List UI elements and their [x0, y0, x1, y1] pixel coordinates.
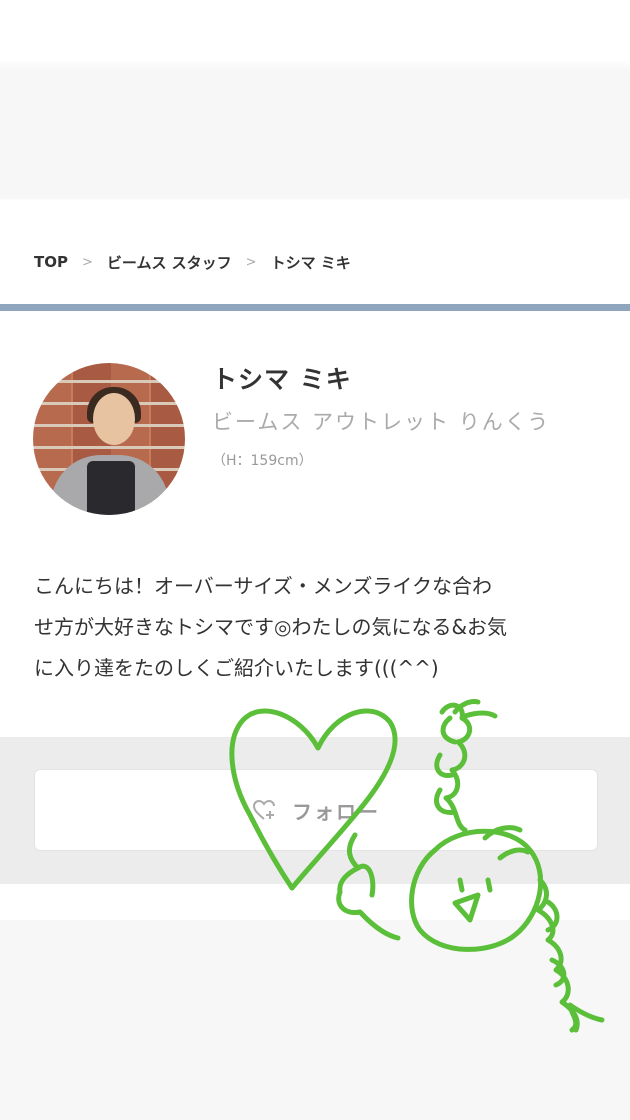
follow-button[interactable]: フォロー [34, 769, 598, 851]
store-name[interactable]: ビームス アウトレット りんくう [212, 406, 550, 436]
follow-label: フォロー [292, 799, 380, 824]
staff-height: （H：159cm） [212, 453, 313, 469]
heart-plus-icon [252, 799, 275, 820]
intro-line: こんにちは！オーバーサイズ・メンズライクな合わ [34, 574, 492, 598]
section-divider [0, 304, 630, 311]
intro-text: こんにちは！オーバーサイズ・メンズライクな合わ せ方が大好きなトシマです◎わたし… [34, 566, 609, 689]
intro-line: せ方が大好きなトシマです◎わたしの気になる&お気 [34, 615, 508, 639]
breadcrumb-current: トシマ ミキ [270, 253, 351, 272]
header-area [0, 0, 630, 200]
avatar [33, 363, 185, 515]
breadcrumb: TOP > ビームス スタッフ > トシマ ミキ [34, 252, 351, 272]
breadcrumb-top[interactable]: TOP [34, 253, 68, 271]
breadcrumb-beams-staff[interactable]: ビームス スタッフ [107, 252, 232, 273]
breadcrumb-separator: > [81, 254, 93, 270]
bottom-area [0, 920, 630, 1120]
intro-line: に入り達をたのしくご紹介いたします(((^^) [34, 656, 439, 680]
breadcrumb-separator: > [245, 254, 257, 270]
staff-name: トシマ ミキ [212, 365, 352, 394]
